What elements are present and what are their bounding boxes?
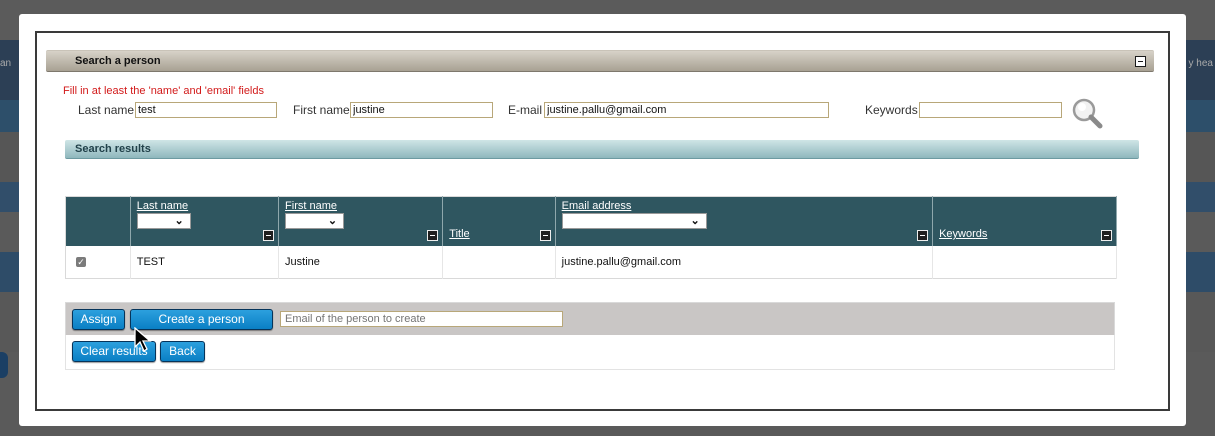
results-title: Search results <box>75 143 151 155</box>
action-bar-secondary: Clear results Back <box>65 335 1115 370</box>
email-cell: justine.pallu@gmail.com <box>555 246 934 279</box>
column-keywords: Keywords <box>932 196 1117 246</box>
row-checkbox[interactable]: ✓ <box>76 257 86 267</box>
collapse-icon[interactable] <box>917 230 929 241</box>
assign-button[interactable]: Assign <box>72 309 125 330</box>
keywords-cell <box>932 246 1117 279</box>
background-text: y hea <box>1188 58 1213 69</box>
collapse-icon[interactable] <box>539 230 551 241</box>
results-table: Last name ⌄ First name ⌄ Title Email add… <box>65 196 1117 279</box>
column-last-name: Last name ⌄ <box>130 196 280 246</box>
email-filter-select[interactable]: ⌄ <box>561 213 707 229</box>
results-header: Search results <box>65 140 1139 159</box>
keywords-input[interactable] <box>919 102 1062 118</box>
magnifier-icon[interactable] <box>1071 97 1103 129</box>
table-row: ✓ TEST Justine justine.pallu@gmail.com <box>65 246 1117 279</box>
column-label[interactable]: Keywords <box>939 228 987 240</box>
last-name-filter-select[interactable]: ⌄ <box>136 213 191 229</box>
keywords-label: Keywords <box>865 103 918 117</box>
column-label[interactable]: Email address <box>562 200 632 212</box>
last-name-input[interactable] <box>135 102 277 118</box>
background-text: an <box>0 58 12 69</box>
first-name-input[interactable] <box>350 102 493 118</box>
first-name-label: First name <box>293 103 350 117</box>
title-cell <box>442 246 556 279</box>
email-input[interactable] <box>544 102 829 118</box>
collapse-icon[interactable] <box>427 230 439 241</box>
column-label[interactable]: Title <box>449 228 469 240</box>
last-name-label: Last name <box>78 103 135 117</box>
row-select-cell: ✓ <box>65 246 131 279</box>
new-person-email-input[interactable] <box>280 311 563 327</box>
first-name-filter-select[interactable]: ⌄ <box>285 213 345 229</box>
chevron-down-icon: ⌄ <box>174 215 184 227</box>
column-email: Email address ⌄ <box>555 196 934 246</box>
panel-header: Search a person <box>46 50 1154 72</box>
column-title: Title <box>442 196 556 246</box>
chevron-down-icon: ⌄ <box>690 215 700 227</box>
column-first-name: First name ⌄ <box>278 196 444 246</box>
column-select <box>65 196 131 246</box>
collapse-icon[interactable] <box>1135 56 1146 67</box>
action-bar: Assign Create a person <box>65 302 1115 335</box>
back-button[interactable]: Back <box>160 341 205 362</box>
email-label: E-mail <box>508 103 543 117</box>
background-blob <box>0 352 8 378</box>
column-label[interactable]: Last name <box>137 200 188 212</box>
column-label[interactable]: First name <box>285 200 337 212</box>
table-header-row: Last name ⌄ First name ⌄ Title Email add… <box>65 196 1117 246</box>
last-name-cell: TEST <box>130 246 280 279</box>
chevron-down-icon: ⌄ <box>327 215 338 227</box>
collapse-icon[interactable] <box>263 230 275 241</box>
search-person-modal: Search a person Fill in at least the 'na… <box>19 14 1186 426</box>
form-hint: Fill in at least the 'name' and 'email' … <box>63 85 264 97</box>
collapse-icon[interactable] <box>1101 230 1112 241</box>
first-name-cell: Justine <box>278 246 444 279</box>
mouse-pointer-icon <box>134 327 152 352</box>
panel-title: Search a person <box>75 55 161 67</box>
